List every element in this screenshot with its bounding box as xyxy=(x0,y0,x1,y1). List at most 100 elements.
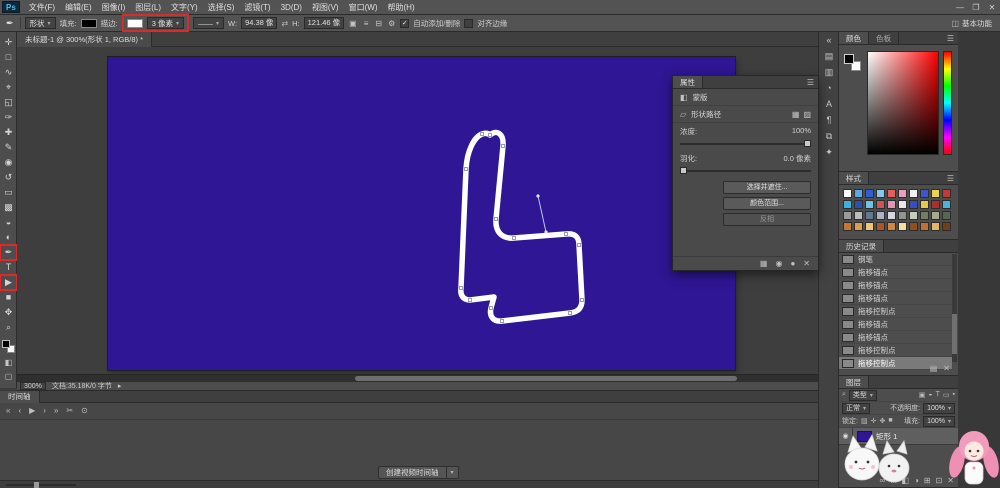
eraser-tool[interactable]: ▭ xyxy=(0,185,17,200)
new-group-icon[interactable]: ⊞ xyxy=(924,476,931,485)
brush-tool[interactable]: ✎ xyxy=(0,140,17,155)
style-swatch-4[interactable] xyxy=(876,189,885,198)
slider-knob[interactable] xyxy=(680,167,687,174)
toggle-mask-icon[interactable]: ● xyxy=(790,259,795,268)
panel-menu-icon[interactable]: ☰ xyxy=(943,32,958,44)
filter-type-layers-icon[interactable]: T xyxy=(936,391,940,399)
new-document-from-state-icon[interactable]: ▤ xyxy=(930,364,938,373)
density-value[interactable]: 100% xyxy=(792,126,811,137)
style-swatch-29[interactable] xyxy=(931,211,940,220)
canvas[interactable] xyxy=(108,57,735,370)
history-scrollbar[interactable] xyxy=(952,254,957,362)
lasso-tool[interactable]: ∿ xyxy=(0,65,17,80)
auto-add-delete-checkbox[interactable]: ✓ xyxy=(400,19,409,28)
link-dimensions-icon[interactable]: ⇄ xyxy=(281,19,288,28)
history-state-6[interactable]: 拖移锚点 xyxy=(839,318,952,331)
document-tab[interactable]: 未标题-1 @ 300%(形状 1, RGB/8) * xyxy=(17,32,152,47)
style-swatch-21[interactable] xyxy=(843,211,852,220)
go-last-frame-icon[interactable]: » xyxy=(54,406,58,415)
width-field[interactable]: 94.38 像 xyxy=(241,17,277,29)
tab-history[interactable]: 历史记录 xyxy=(839,240,884,252)
status-arrow-icon[interactable]: ▸ xyxy=(118,382,122,390)
prev-frame-icon[interactable]: ‹ xyxy=(18,406,21,415)
blend-mode-select[interactable]: 正常▾ xyxy=(842,403,870,414)
style-swatch-20[interactable] xyxy=(942,200,951,209)
style-swatch-23[interactable] xyxy=(865,211,874,220)
healing-brush-tool[interactable]: ✚ xyxy=(0,125,17,140)
marquee-tool[interactable]: □ xyxy=(0,50,17,65)
adjust-button-1[interactable]: 选择并遮住... xyxy=(723,181,811,194)
style-swatch-5[interactable] xyxy=(887,189,896,198)
style-swatch-8[interactable] xyxy=(920,189,929,198)
fill-field[interactable]: 100%▾ xyxy=(923,416,955,427)
align-edges-checkbox[interactable] xyxy=(464,19,473,28)
style-swatch-2[interactable] xyxy=(854,189,863,198)
filter-adjustment-layers-icon[interactable]: ◒ xyxy=(928,391,932,399)
style-swatch-17[interactable] xyxy=(909,200,918,209)
load-mask-selection-icon[interactable]: ▦ xyxy=(760,259,768,268)
filter-pixel-layers-icon[interactable]: ▣ xyxy=(919,391,926,399)
lock-transparency-icon[interactable]: ▨ xyxy=(861,417,868,425)
workspace-switcher[interactable]: ◫ 基本功能 xyxy=(951,18,996,29)
lock-pixels-icon[interactable]: ✛ xyxy=(871,417,877,425)
delete-mask-icon[interactable]: ✕ xyxy=(803,259,810,268)
screen-mode-button[interactable]: ▢ xyxy=(0,372,17,381)
stroke-style-select[interactable]: ——▾ xyxy=(193,17,224,29)
style-swatch-12[interactable] xyxy=(854,200,863,209)
delete-state-icon[interactable]: ✕ xyxy=(943,364,950,373)
thumbs-up-shape-path[interactable] xyxy=(461,132,582,321)
filter-smart-objects-icon[interactable]: ▪ xyxy=(953,391,955,399)
style-swatch-35[interactable] xyxy=(887,222,896,231)
shape-tool[interactable]: ■ xyxy=(0,290,17,305)
style-swatch-13[interactable] xyxy=(865,200,874,209)
next-frame-icon[interactable]: › xyxy=(43,406,46,415)
app-logo[interactable]: Ps xyxy=(2,1,20,13)
style-swatch-6[interactable] xyxy=(898,189,907,198)
style-swatch-37[interactable] xyxy=(909,222,918,231)
history-state-4[interactable]: 拖移锚点 xyxy=(839,292,952,305)
tab-styles[interactable]: 样式 xyxy=(839,172,869,184)
style-swatch-30[interactable] xyxy=(942,211,951,220)
panel-menu-icon[interactable]: ☰ xyxy=(943,172,958,184)
style-swatch-15[interactable] xyxy=(887,200,896,209)
menu-item-10[interactable]: 窗口(W) xyxy=(344,3,383,12)
tab-properties[interactable]: 属性 xyxy=(673,76,703,88)
tool-mode-select[interactable]: 形状▾ xyxy=(25,17,56,29)
maximize-button[interactable]: ❐ xyxy=(968,0,984,15)
style-swatch-31[interactable] xyxy=(843,222,852,231)
style-swatch-36[interactable] xyxy=(898,222,907,231)
zoom-tool[interactable]: ⌕ xyxy=(0,320,17,335)
navigator-panel-icon[interactable]: ▤ xyxy=(819,48,839,64)
scrollbar-thumb[interactable] xyxy=(355,376,737,381)
tab-layers[interactable]: 图层 xyxy=(839,376,869,388)
transition-icon[interactable]: ⊙ xyxy=(81,406,88,415)
new-layer-icon[interactable]: ⊡ xyxy=(936,476,943,485)
slider-knob[interactable] xyxy=(804,140,811,147)
path-operations-icon[interactable]: ▣ xyxy=(348,19,358,28)
histogram-panel-icon[interactable]: ▥ xyxy=(819,64,839,80)
close-button[interactable]: ✕ xyxy=(984,0,1000,15)
brush-settings-panel-icon[interactable]: ✦ xyxy=(819,144,839,160)
add-pixel-mask-icon[interactable]: ▦ xyxy=(792,110,800,119)
history-state-7[interactable]: 拖移锚点 xyxy=(839,331,952,344)
apply-mask-icon[interactable]: ◉ xyxy=(775,259,782,268)
split-clip-icon[interactable]: ✂ xyxy=(66,406,73,415)
hue-slider[interactable] xyxy=(943,51,952,155)
style-swatch-19[interactable] xyxy=(931,200,940,209)
clone-stamp-tool[interactable]: ◉ xyxy=(0,155,17,170)
layer-row-rectangle-1[interactable]: ◉ 矩形 1 xyxy=(839,428,958,445)
layer-mask-icon[interactable]: ◧ xyxy=(901,476,909,485)
move-tool[interactable]: ✛ xyxy=(0,35,17,50)
style-swatch-7[interactable] xyxy=(909,189,918,198)
create-video-timeline-button[interactable]: 创建视频时间轴 ▾ xyxy=(378,466,459,479)
menu-item-4[interactable]: 图层(L) xyxy=(130,3,166,12)
paragraph-panel-icon[interactable]: ¶ xyxy=(819,112,839,128)
path-anchor-points[interactable] xyxy=(460,133,584,323)
history-state-8[interactable]: 拖移控制点 xyxy=(839,344,952,357)
delete-layer-icon[interactable]: ✕ xyxy=(947,476,954,485)
collapse-panels-icon[interactable]: « xyxy=(819,32,839,48)
style-swatch-25[interactable] xyxy=(887,211,896,220)
style-swatch-27[interactable] xyxy=(909,211,918,220)
style-swatch-32[interactable] xyxy=(854,222,863,231)
adjust-button-2[interactable]: 颜色范围... xyxy=(723,197,811,210)
